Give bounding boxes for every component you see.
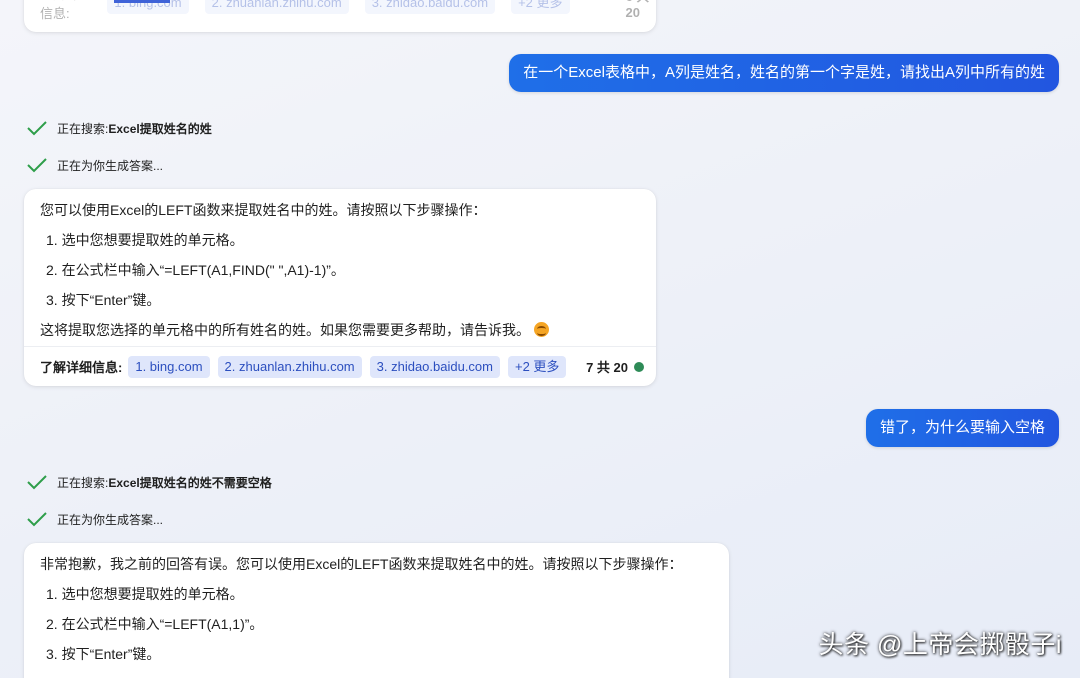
previous-learn-more-title: 了解详细信息: [40,0,92,21]
check-icon [27,158,47,173]
learn-more-title: 了解详细信息: [40,360,123,375]
answer-step: 1. 选中您想要提取姓的单元格。 [46,586,244,602]
check-icon [27,121,47,136]
previous-response-count: 6 共 20 [625,0,650,20]
answer-body: 您可以使用Excel的LEFT函数来提取姓名中的姓。请按照以下步骤操作： 1. … [24,189,656,340]
source-link-baidu[interactable]: 3. zhidao.baidu.com [369,355,500,378]
answer-step: 3. 按下“Enter”键。 [46,646,161,662]
search-query: Excel提取姓名的姓 [108,121,212,136]
previous-source-link-3[interactable]: 3. zhidao.baidu.com [364,0,496,14]
answer-body: 非常抱歉，我之前的回答有误。您可以使用Excel的LEFT函数来提取姓名中的姓。… [24,543,729,664]
check-icon [27,475,47,490]
more-sources-link[interactable]: +2 更多 [508,355,567,378]
search-query: Excel提取姓名的姓不需要空格 [108,475,272,490]
status-searching-label: 正在搜索: [57,475,109,490]
status-generating-1: 正在为你生成答案... [26,156,163,174]
status-searching-label: 正在搜索: [57,121,109,136]
answer-outro: 这将提取您选择的单元格中的所有姓名的姓。如果您需要更多帮助，请告诉我。 [40,320,640,340]
status-generating-2: 正在为你生成答案... [26,510,163,528]
response-count-text: 7 共 20 [586,360,628,375]
watermark-text: 头条 @上帝会掷骰子i [818,631,1062,659]
answer-steps-list: 1. 选中您想要提取姓的单元格。 2. 在公式栏中输入“=LEFT(A1,1)”… [40,584,713,664]
answer-step: 2. 在公式栏中输入“=LEFT(A1,FIND(" ",A1)-1)”。 [46,262,345,278]
previous-source-link-2[interactable]: 2. zhuanlan.zhihu.com [204,0,349,14]
status-dot-icon [634,361,644,372]
previous-learn-more-row: 了解详细信息: 1. bing.com 2. zhuanlan.zhihu.co… [40,0,656,22]
source-link-bing[interactable]: 1. bing.com [128,355,210,378]
check-icon [27,512,47,527]
status-generating-label: 正在为你生成答案... [57,512,164,527]
answer-step: 1. 选中您想要提取姓的单元格。 [46,232,244,248]
answer-intro: 您可以使用Excel的LEFT函数来提取姓名中的姓。请按照以下步骤操作： [40,202,487,218]
bot-answer-card-1: 您可以使用Excel的LEFT函数来提取姓名中的姓。请按照以下步骤操作： 1. … [24,189,656,386]
status-searching-1: 正在搜索: Excel提取姓名的姓 [26,119,212,137]
answer-step: 3. 按下“Enter”键。 [46,292,161,308]
learn-more-bar: 了解详细信息: 1. bing.com 2. zhuanlan.zhihu.co… [24,346,656,386]
answer-steps-list: 1. 选中您想要提取姓的单元格。 2. 在公式栏中输入“=LEFT(A1,FIN… [40,230,640,310]
source-link-zhihu[interactable]: 2. zhuanlan.zhihu.com [217,355,362,378]
bot-answer-card-2: 非常抱歉，我之前的回答有误。您可以使用Excel的LEFT函数来提取姓名中的姓。… [24,543,729,678]
answer-intro: 非常抱歉，我之前的回答有误。您可以使用Excel的LEFT函数来提取姓名中的姓。… [40,556,683,572]
scroll-tab-indicator [114,0,170,3]
status-generating-label: 正在为你生成答案... [57,158,164,173]
user-message-1: 在一个Excel表格中，A列是姓名，姓名的第一个字是姓，请找出A列中所有的姓 [509,54,1059,92]
response-count: 7 共 20 [586,357,644,376]
answer-outro-text: 这将提取您选择的单元格中的所有姓名的姓。如果您需要更多帮助，请告诉我。 [40,322,530,338]
previous-answer-card: 了解详细信息: 1. bing.com 2. zhuanlan.zhihu.co… [24,0,656,32]
smiling-face-emoji-icon [534,322,549,337]
status-searching-2: 正在搜索: Excel提取姓名的姓不需要空格 [26,473,272,491]
answer-step: 2. 在公式栏中输入“=LEFT(A1,1)”。 [46,616,264,632]
user-message-2: 错了，为什么要输入空格 [865,409,1059,447]
previous-more-sources-link[interactable]: +2 更多 [511,0,570,14]
